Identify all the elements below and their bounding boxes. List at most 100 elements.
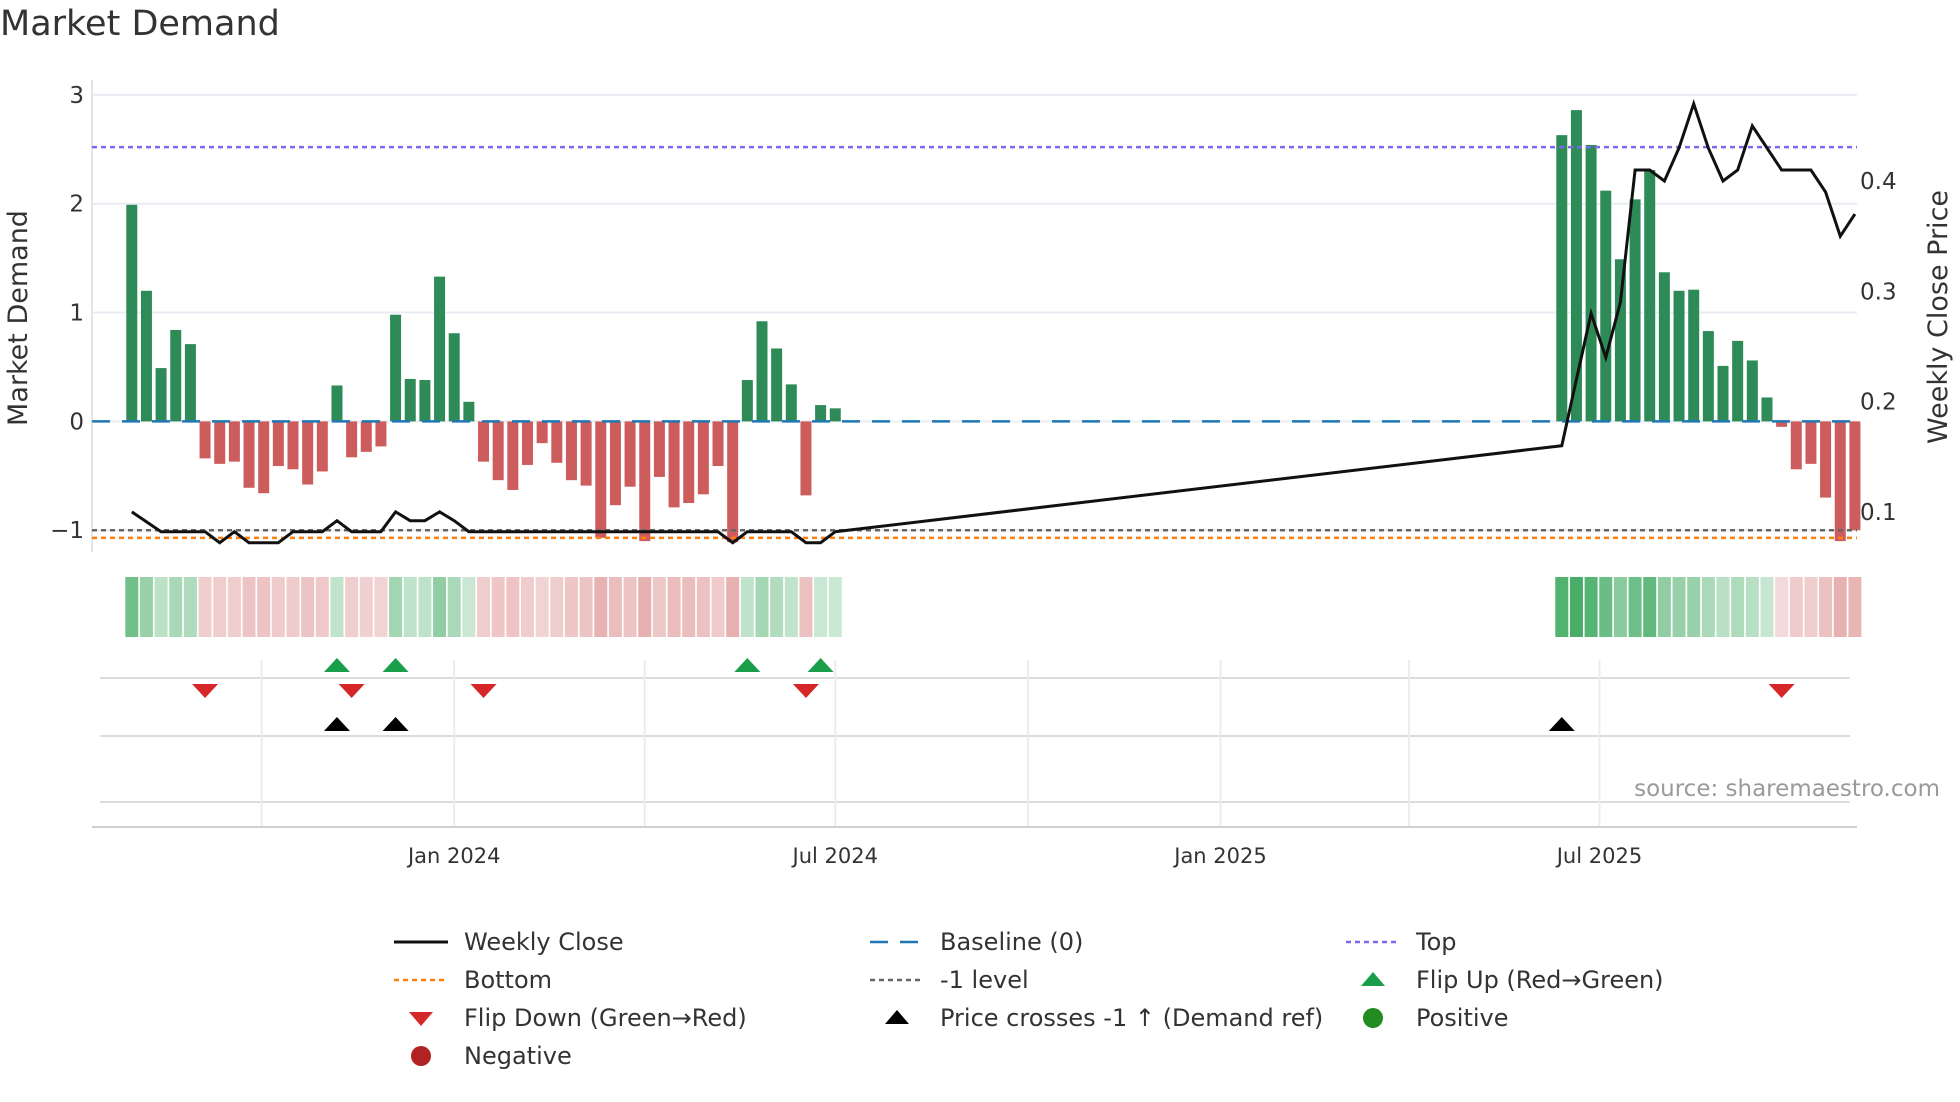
flip-down-marker [1768,684,1795,698]
negative-bar [243,421,255,488]
positive-bar [741,380,753,422]
negative-bar [624,421,636,487]
y-tick-label: −1 [50,518,84,544]
legend-item-baseline: Baseline (0) [866,928,1083,956]
negative-bar [272,421,284,467]
heatmap-cell [1613,577,1627,637]
legend-label: Flip Down (Green→Red) [464,1004,747,1032]
negative-bar [375,421,387,447]
y-tick-label: 3 [69,83,84,109]
heatmap-cell [667,577,681,637]
heatmap-cell [403,577,417,637]
heatmap-cell [301,577,315,637]
legend-flip-up-icon [1361,972,1385,986]
heatmap-cell [1701,577,1715,637]
positive-bar [1629,199,1641,422]
negative-bar [302,421,314,485]
heatmap-cell [726,577,740,637]
heatmap-cell [462,577,476,637]
positive-bar [1717,365,1729,422]
heatmap-cell [1569,577,1583,637]
positive-bar [1732,340,1744,422]
heatmap-cell [374,577,388,637]
negative-bar [580,421,592,486]
heatmap-cell [520,577,534,637]
legend-item-minus-one: -1 level [866,966,1029,994]
heatmap-cell [550,577,564,637]
negative-bar [1790,421,1802,470]
negative-bar [653,421,665,477]
x-tick-label: Jan 2024 [406,844,501,868]
positive-bar [1702,331,1714,422]
negative-bar [595,421,607,538]
legend-label: Bottom [464,966,553,994]
legend-top-icon [1346,940,1400,944]
flip-down-marker [470,684,497,698]
flip-down-marker [792,684,819,698]
heatmap-cell [623,577,637,637]
y2-axis-label: Weekly Close Price [1923,190,1954,444]
y-axis-label: Market Demand [3,210,34,426]
heatmap-cell [1760,577,1774,637]
legend-cross-icon [885,1010,909,1024]
negative-bar [1805,421,1817,464]
heatmap-cell [125,577,139,637]
heatmap-cell [652,577,666,637]
heatmap-cell [227,577,241,637]
flip-down-marker [338,684,365,698]
positive-bar [815,405,827,422]
positive-bar [829,408,841,422]
legend-baseline-icon [870,940,924,944]
heatmap-cell [770,577,784,637]
negative-bar [478,421,490,462]
heatmap-cell [1687,577,1701,637]
heatmap-cell [1555,577,1569,637]
positive-bar [756,321,768,422]
price-cross-marker [382,717,409,731]
heatmap-cell [359,577,373,637]
positive-bar [1658,272,1670,422]
heatmap-cell [1833,577,1847,637]
flip-up-marker [734,658,761,672]
heatmap-cell [535,577,549,637]
heatmap-cell [477,577,491,637]
heatmap-cell [183,577,197,637]
positive-bar [1761,397,1773,422]
legend-positive-icon [1363,1008,1383,1028]
source-text: source: sharemaestro.com [1634,776,1940,802]
positive-bar [1644,169,1656,422]
negative-bar [712,421,724,467]
legend-item-positive: Positive [1342,1004,1509,1032]
heatmap-cell [491,577,505,637]
heatmap-cell [564,577,578,637]
y-tick-label: 2 [69,192,84,218]
heatmap-cell [828,577,842,637]
legend-item-negative: Negative [390,1042,572,1070]
negative-bar [668,421,680,508]
negative-bar [1834,421,1846,542]
heatmap-cell [433,577,447,637]
heatmap-cell [330,577,344,637]
heatmap-cell [1716,577,1730,637]
positive-bar [771,348,783,422]
heatmap-cell [1672,577,1686,637]
x-tick-label: Jul 2025 [1555,844,1642,868]
positive-bar [404,378,416,422]
legend-item-line: Weekly Close [390,928,624,956]
heatmap-cell [814,577,828,637]
legend-label: Baseline (0) [940,928,1084,956]
negative-bar [346,421,358,458]
heatmap-cell [418,577,432,637]
legend-line-icon [394,940,448,944]
negative-bar [228,421,240,462]
positive-bar [1673,290,1685,422]
negative-bar [258,421,270,494]
heatmap-cell [1819,577,1833,637]
heatmap-cell [696,577,710,637]
legend-negative-icon [411,1046,431,1066]
heatmap-cell [506,577,520,637]
flip-down-marker [192,684,219,698]
heatmap-cell [638,577,652,637]
negative-bar [214,421,226,464]
positive-bar [785,384,797,422]
